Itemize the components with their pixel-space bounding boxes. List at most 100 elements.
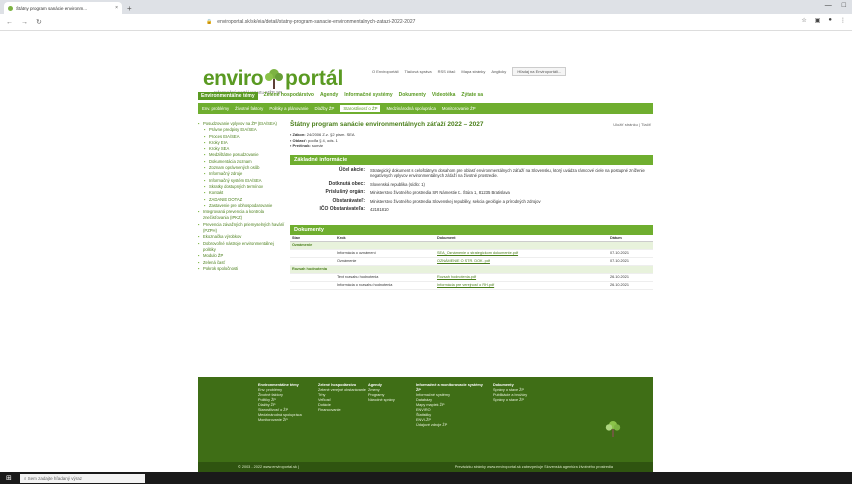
info-row: Účel akcie: Strategický dokument s celošt… (290, 166, 653, 179)
document-link[interactable]: Rozsah hodnotenia.pdf (435, 273, 608, 282)
footer-column-title: Informačné a monitorovacie systémy ŽP (416, 383, 483, 392)
window-controls: — □ (825, 2, 846, 9)
document-link[interactable]: Informácia pre verejnosť o RH.pdf (435, 281, 608, 290)
footer-tree-icon (605, 421, 621, 437)
sidebar-item[interactable]: Prevencia závažných priemyselných havári… (198, 222, 286, 235)
top-link[interactable]: Mapa stránky (461, 69, 485, 74)
star-icon[interactable]: ☆ (801, 17, 806, 24)
table-row: Informácia o rozsahu hodnotenia Informáci… (290, 281, 653, 290)
meta-key: Prečinok: (292, 143, 311, 148)
docs-section-header: Dokumenty (290, 224, 653, 235)
meta-value: sumár (311, 143, 324, 148)
omnibox[interactable]: 🔒 enviroportal.sk/sk/eia/detail/statny-p… (200, 16, 760, 28)
sidebar-nav: Posudzovanie vplyvov na ŽP (EIA/SEA)Práv… (198, 121, 286, 272)
document-link[interactable]: SEA_Oznámenie o strategickom dokumente.p… (435, 249, 608, 258)
menu-item[interactable]: Videotéka (432, 92, 456, 100)
info-label: Účel akcie: (338, 166, 365, 173)
taskbar-search-input[interactable]: ⌕ Sem zadajte hľadaný výraz (19, 473, 145, 483)
extension-icon[interactable]: ▣ (815, 17, 821, 24)
footer-link[interactable]: Údajové zdroje ŽP (416, 423, 486, 428)
windows-start-icon[interactable]: ⊞ (6, 474, 12, 482)
browser-tab[interactable]: Štátny program sanácie environm... × (4, 2, 122, 14)
sidebar-item[interactable]: Integrovaná prevencia a kontrola znečisť… (198, 209, 286, 222)
main-menu: Environmentálne témy Zelené hospodárstvo… (198, 92, 483, 100)
footer-link[interactable]: Monitorovanie ŽP (258, 418, 328, 423)
table-cell: 07.10.2021 (608, 257, 653, 266)
menu-item[interactable]: Dokumenty (399, 92, 426, 100)
maximize-icon[interactable]: □ (842, 2, 846, 9)
meta-item: ▪ Prečinok: sumár (290, 143, 324, 148)
sidebar-item[interactable]: Dobrovoľné nástroje environmentálnej pol… (198, 241, 286, 254)
meta-key: Oblasť: (292, 137, 307, 143)
document-link[interactable]: OZNÁMENIE O STR. DOK. pdf (435, 257, 608, 266)
main-content: Štátny program sanácie environmentálnych… (290, 121, 653, 290)
table-cell (290, 281, 335, 290)
print-links[interactable]: Uložiť stránku | Tlačiť (613, 122, 651, 127)
top-link[interactable]: O Enviroportáli (372, 69, 398, 74)
menu-item[interactable]: Zelené hospodárstvo (264, 92, 314, 100)
sidebar-item[interactable]: Pokrok spoločnosti (198, 266, 286, 273)
documents-table: Stav Krok Dokument Dátum Oznámenie Inform… (290, 234, 653, 290)
submenu-item[interactable]: Medzinárodná spolupráca (386, 106, 435, 111)
top-link[interactable]: RSS čítač (438, 69, 456, 74)
info-value: Ministerstvo životného prostredia SR Nám… (370, 190, 510, 195)
footer-link[interactable]: Financovanie (318, 408, 388, 413)
forward-icon[interactable]: → (21, 19, 28, 26)
profile-icon[interactable]: ● (828, 17, 832, 24)
minimize-icon[interactable]: — (825, 2, 832, 9)
page-title: Štátny program sanácie environmentálnych… (290, 121, 484, 128)
table-row: Oznámenie (290, 241, 653, 250)
table-cell (290, 257, 335, 266)
footer-column-title: Zelené hospodárstvo (318, 383, 357, 387)
back-icon[interactable]: ← (6, 19, 13, 26)
top-link[interactable]: Tlačová správa (404, 69, 431, 74)
info-row: Príslušný orgán: Ministerstvo životného p… (290, 189, 653, 196)
tree-logo-icon (265, 69, 284, 89)
favicon-icon (8, 5, 13, 11)
submenu-item[interactable]: Politiky a plánovanie (269, 106, 308, 111)
submenu-item[interactable]: Životné faktory (235, 106, 263, 111)
table-cell: Informácia o rozsahu hodnotenia (335, 281, 435, 290)
menu-item[interactable]: Agendy (320, 92, 338, 100)
copyright-text: © 2003 - 2022 www.enviroportal.sk | (238, 465, 299, 469)
site-logo[interactable]: enviro portál (203, 67, 343, 91)
table-row: Oznámenie OZNÁMENIE O STR. DOK. pdf 07.10.… (290, 257, 653, 266)
footer-column-title: Dokumenty (493, 383, 514, 387)
table-cell: Oznámenie (335, 257, 435, 266)
close-tab-icon[interactable]: × (115, 5, 118, 11)
submenu-item-active[interactable]: Starostlivosť o ŽP (340, 105, 381, 112)
menu-item[interactable]: Zýtate sa (461, 92, 483, 100)
site-search-input[interactable]: Hľadaj na Enviroportáli... (512, 67, 567, 76)
submenu-item[interactable]: Dlažby ŽP (315, 106, 335, 111)
submenu-item[interactable]: Env. problémy (202, 106, 229, 111)
footer-column: Dokumenty Správy o stave ŽP Publikácie a b… (493, 383, 563, 403)
meta-value: podľa § 4, ods. 1 (308, 137, 338, 143)
info-label: Dotknutá obec: (328, 180, 365, 187)
info-value: 42181810 (370, 207, 389, 212)
info-label: Príslušný orgán: (325, 189, 365, 195)
info-row: Obstarávateľ: Ministerstvo životného pros… (290, 198, 653, 205)
new-tab-button[interactable]: + (127, 4, 132, 13)
reload-icon[interactable]: ↻ (36, 18, 42, 26)
footer-column-title: Agendy (368, 383, 382, 387)
menu-icon[interactable]: ⋮ (840, 17, 846, 24)
info-section-header: Základné informácie (290, 154, 653, 165)
table-cell: 07.10.2021 (608, 249, 653, 258)
submenu-item[interactable]: Monitorovanie ŽP (442, 106, 476, 111)
browser-tabbar: Štátny program sanácie environm... × + (0, 0, 852, 14)
table-cell (290, 249, 335, 258)
table-cell: 26.10.2021 (608, 281, 653, 290)
table-cell: Text rozsahu hodnotenia (335, 273, 435, 282)
info-section: Účel akcie: Strategický dokument s celošt… (290, 165, 653, 219)
menu-item[interactable]: Environmentálne témy (198, 92, 258, 100)
meta-list: ▪ Zákon: 24/2006 Z.z. §2 písm. SEA ▪ Obla… (290, 132, 653, 149)
info-label: IČO Obstarávateľa: (319, 206, 365, 212)
footer-link[interactable]: Správy o stave ŽP (493, 398, 563, 403)
top-link[interactable]: Anglicky (491, 69, 506, 74)
address-bar-row: ← → ↻ 🔒 enviroportal.sk/sk/eia/detail/st… (0, 14, 852, 31)
table-group: Rozsah hodnotenia (290, 265, 653, 274)
menu-item[interactable]: Informačné systémy (344, 92, 392, 100)
table-group: Oznámenie (290, 241, 653, 250)
extensions-area: ☆ ▣ ● ⋮ (801, 17, 846, 24)
logo-text-right: portál (285, 67, 344, 90)
